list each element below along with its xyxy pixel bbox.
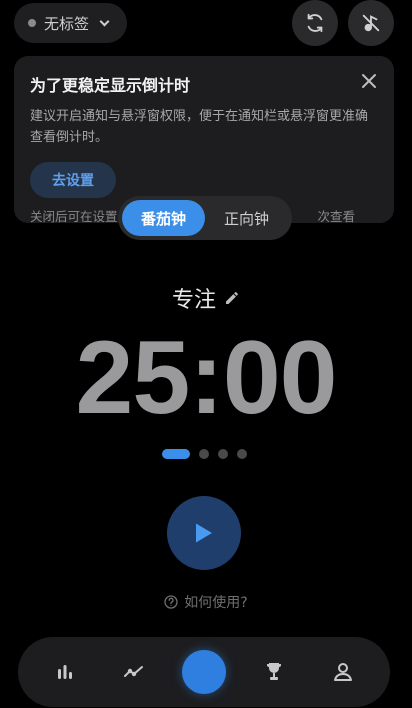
stats-icon bbox=[57, 665, 72, 679]
notice-footer-right: 次查看 bbox=[317, 209, 356, 224]
page-dot bbox=[218, 449, 228, 459]
page-dot-active bbox=[162, 449, 190, 459]
help-link[interactable]: 如何使用? bbox=[0, 592, 412, 612]
tag-label: 无标签 bbox=[44, 14, 90, 33]
bottom-nav bbox=[18, 637, 390, 707]
notice-body: 建议开启通知与悬浮窗权限，便于在通知栏或悬浮窗更准确查看倒计时。 bbox=[30, 109, 369, 145]
go-settings-button[interactable]: 去设置 bbox=[30, 162, 116, 198]
tag-dot-icon bbox=[28, 19, 36, 27]
notice-footer-left: 关闭后可在设置 bbox=[30, 209, 118, 224]
tab-pomodoro[interactable]: 番茄钟 bbox=[122, 200, 205, 236]
page-dot bbox=[237, 449, 247, 459]
countdown-display: 25:00 bbox=[75, 320, 338, 436]
nav-achievements[interactable] bbox=[252, 650, 296, 694]
nav-timer[interactable] bbox=[181, 650, 226, 694]
music-off-icon bbox=[362, 14, 380, 32]
nav-profile[interactable] bbox=[321, 650, 365, 694]
tab-stopwatch[interactable]: 正向钟 bbox=[205, 200, 288, 236]
trophy-icon bbox=[266, 663, 281, 680]
notice-title: 为了更稳定显示倒计时 bbox=[30, 76, 191, 95]
focus-label: 专注 bbox=[171, 288, 216, 313]
sync-icon bbox=[307, 13, 323, 33]
mode-switch: 番茄钟 正向钟 bbox=[118, 196, 292, 240]
page-dot bbox=[199, 449, 209, 459]
edit-pencil-icon[interactable] bbox=[224, 290, 240, 306]
close-icon[interactable] bbox=[360, 72, 378, 90]
timer-icon bbox=[181, 650, 226, 694]
nav-trend[interactable] bbox=[112, 650, 156, 694]
chevron-down-icon bbox=[99, 16, 110, 26]
mute-sound-button[interactable] bbox=[348, 0, 394, 46]
start-button[interactable] bbox=[167, 496, 241, 570]
nav-stats[interactable] bbox=[43, 650, 87, 694]
trend-icon bbox=[124, 666, 144, 677]
profile-icon bbox=[334, 663, 353, 681]
help-label: 如何使用? bbox=[184, 595, 248, 611]
question-icon bbox=[164, 595, 178, 609]
play-icon bbox=[196, 523, 212, 543]
tag-selector[interactable]: 无标签 bbox=[14, 3, 127, 43]
page-indicator bbox=[162, 449, 247, 459]
focus-label-row: 专注 bbox=[0, 282, 412, 314]
sync-button[interactable] bbox=[292, 0, 338, 46]
